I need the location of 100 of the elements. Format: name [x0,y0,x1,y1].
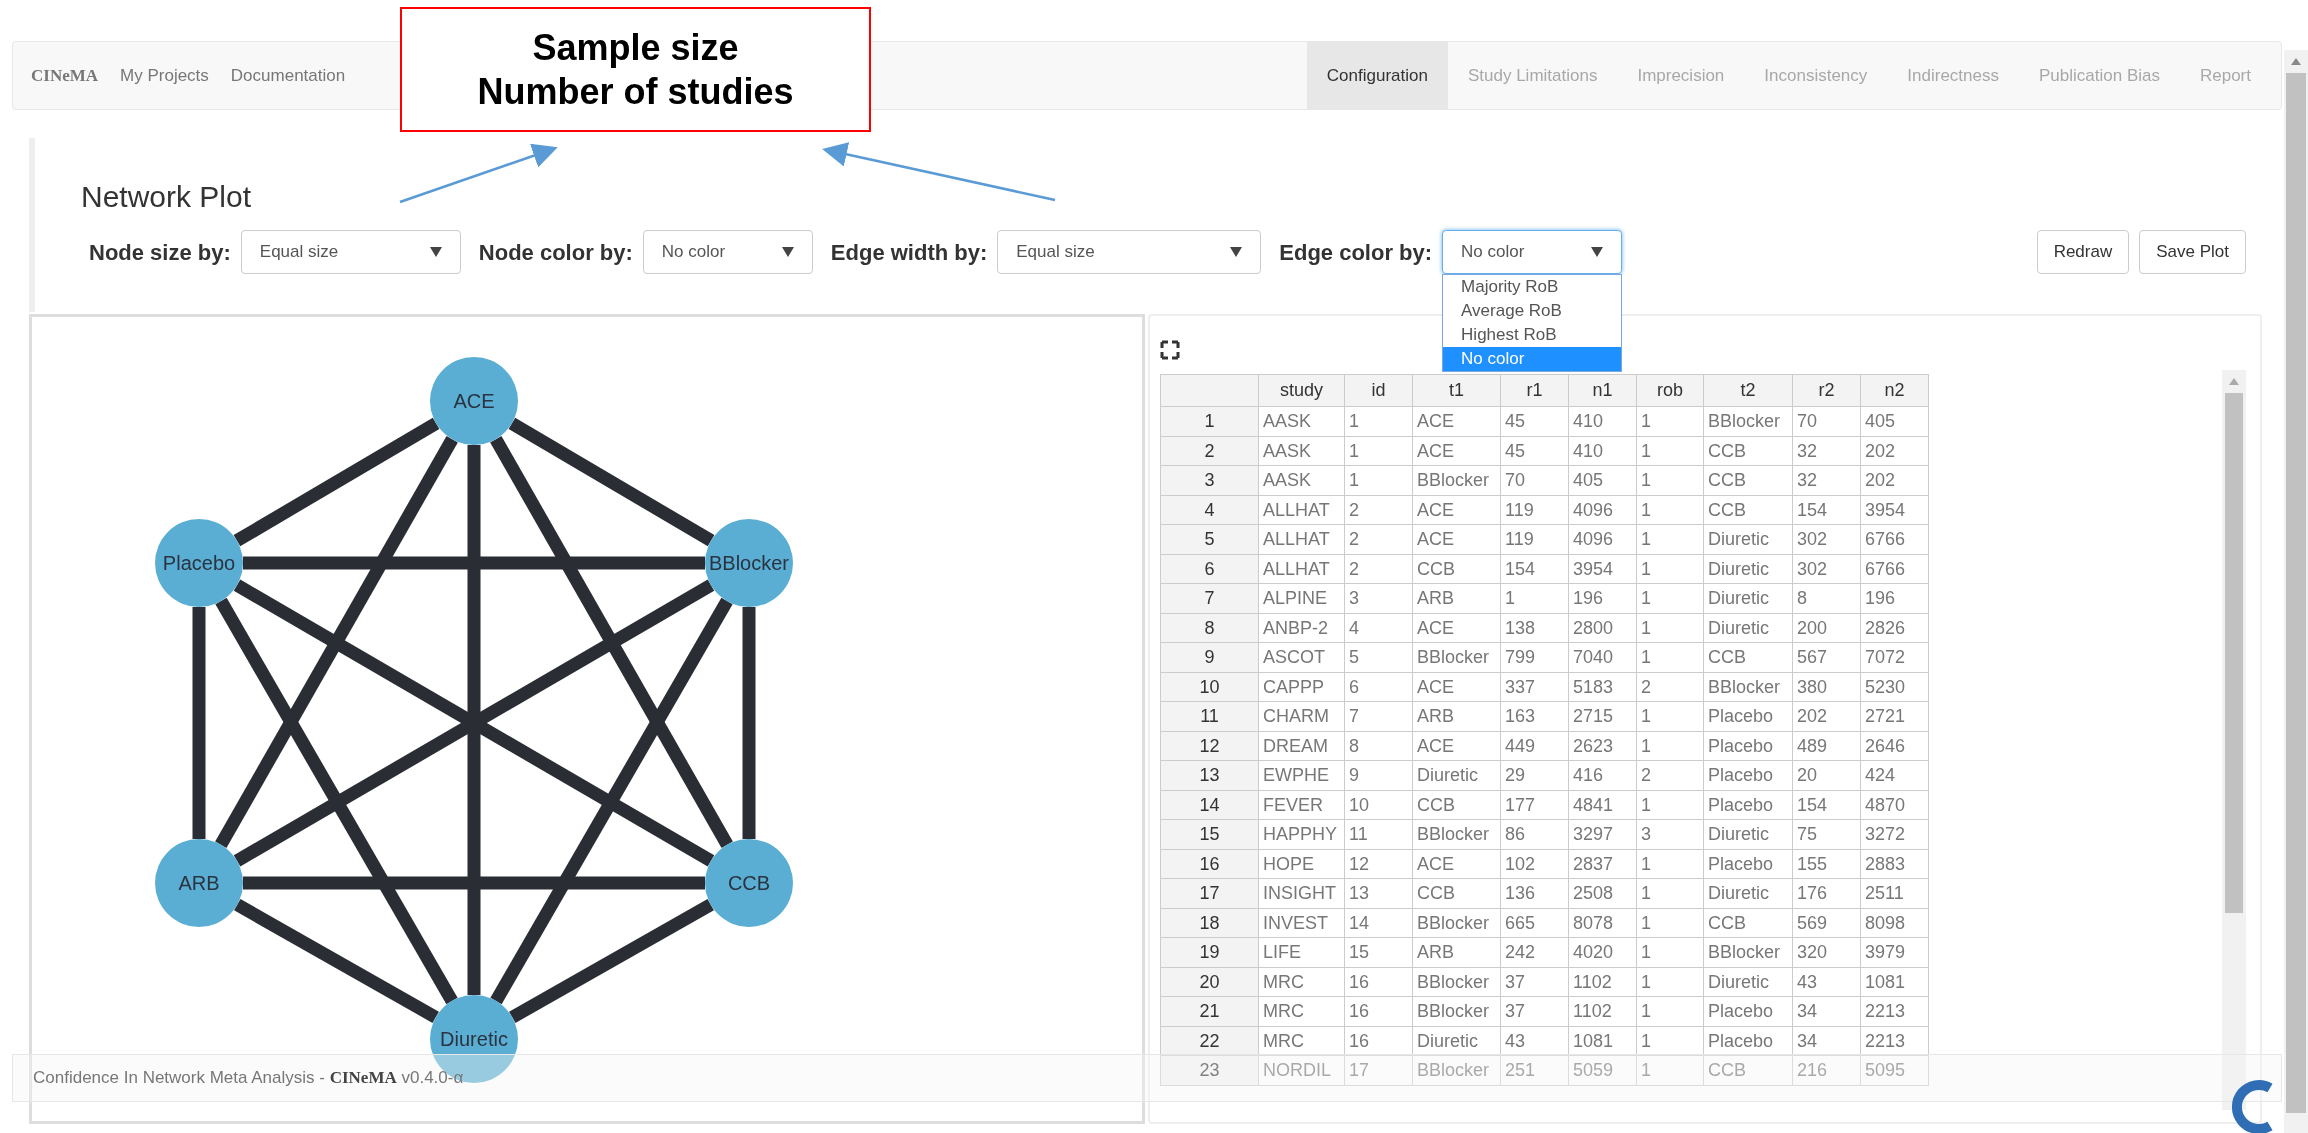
table-cell: 2 [1636,760,1704,790]
table-cell: 216 [1792,1055,1861,1085]
table-cell: 10 [1344,790,1413,820]
brand-logo[interactable]: CINeMA [31,62,99,89]
table-cell: CCB [1412,878,1501,908]
table-cell: 2623 [1568,731,1637,761]
select-dropdown[interactable]: Equal size [997,230,1262,274]
column-header[interactable]: study [1258,374,1345,407]
table-cell: 15 [1344,937,1413,967]
row-number: 4 [1160,495,1259,525]
table-cell: 1 [1636,701,1704,731]
table-cell: 119 [1500,495,1569,525]
table-cell: 5183 [1568,672,1637,702]
caret-icon [429,247,442,257]
table-cell: ACE [1412,849,1501,879]
table-cell: 11 [1344,819,1413,849]
table-cell: 3272 [1860,819,1929,849]
dropdown-option[interactable]: Highest RoB [1443,323,1622,347]
select-dropdown[interactable]: Equal size [240,230,461,274]
dropdown-option[interactable]: Majority RoB [1443,275,1622,299]
row-number: 17 [1160,878,1259,908]
table-cell: 1102 [1568,967,1637,997]
column-header[interactable]: rob [1636,374,1704,407]
table-cell: Diuretic [1703,819,1793,849]
table-cell: 4 [1344,613,1413,643]
table-cell: 138 [1500,613,1569,643]
table-cell: 1 [1636,996,1704,1026]
table-cell: 70 [1792,406,1861,436]
table-cell: 799 [1500,642,1569,672]
table-cell: 569 [1792,908,1861,938]
column-header[interactable]: n1 [1568,374,1637,407]
table-cell: EWPHE [1258,760,1345,790]
select-dropdown[interactable]: No color [642,230,813,274]
table-cell: MRC [1258,1026,1345,1056]
table-cell: CCB [1703,436,1793,466]
table-cell: 43 [1500,1026,1569,1056]
table-cell: 1 [1344,465,1413,495]
action-button[interactable]: Save Plot [2139,230,2246,274]
table-cell: 405 [1860,406,1929,436]
select-label: Edge width by: [830,238,988,267]
nav-link[interactable]: My Projects [120,62,209,89]
scrollbar-thumb[interactable] [2225,393,2243,913]
nav-tab[interactable]: Configuration [1306,42,1448,109]
dropdown-option[interactable]: Average RoB [1443,299,1622,323]
table-cell: Placebo [1703,760,1793,790]
table-cell: ACE [1412,613,1501,643]
select-label: Edge color by: [1279,238,1433,267]
table-cell: 17 [1344,1055,1413,1085]
table-cell: 1 [1636,731,1704,761]
table-cell: ARB [1412,937,1501,967]
column-header[interactable]: n2 [1860,374,1929,407]
table-cell: 155 [1792,849,1861,879]
table-cell: BBlocker [1412,908,1501,938]
table-cell: 177 [1500,790,1569,820]
table-cell: 449 [1500,731,1569,761]
table-cell: 1 [1636,790,1704,820]
table-cell: HOPE [1258,849,1345,879]
column-header[interactable]: r1 [1500,374,1569,407]
table-cell: 20 [1792,760,1861,790]
select-dropdown[interactable]: No color [1442,230,1623,274]
row-number: 6 [1160,554,1259,584]
table-cell: LIFE [1258,937,1345,967]
table-cell: 13 [1344,878,1413,908]
table-cell: 5230 [1860,672,1929,702]
column-header[interactable]: t2 [1703,374,1793,407]
table-cell: 1 [1636,583,1704,613]
table-cell: 43 [1792,967,1861,997]
table-cell: 5 [1344,642,1413,672]
table-cell: 1 [1636,642,1704,672]
column-header[interactable]: r2 [1792,374,1861,407]
table-cell: ACE [1412,672,1501,702]
table-cell: 8078 [1568,908,1637,938]
scrollbar-thumb[interactable] [2286,73,2306,1113]
table-cell: ACE [1412,436,1501,466]
table-cell: 2213 [1860,1026,1929,1056]
table-cell: INVEST [1258,908,1345,938]
table-cell: ALLHAT [1258,524,1345,554]
column-header[interactable]: t1 [1412,374,1501,407]
table-cell: 2721 [1860,701,1929,731]
column-header[interactable]: id [1344,374,1413,407]
footer-text: Confidence In Network Meta Analysis - CINeMA v0.4.0-α [33,1067,464,1090]
table-cell: 5095 [1860,1055,1929,1085]
table-cell: BBlocker [1412,465,1501,495]
table-cell: ALLHAT [1258,495,1345,525]
row-number: 5 [1160,524,1259,554]
nav-link[interactable]: Documentation [230,62,346,89]
table-cell: 1081 [1860,967,1929,997]
table-cell: 202 [1860,465,1929,495]
table-cell: 2 [1344,495,1413,525]
table-cell: 1 [1636,613,1704,643]
table-cell: 1 [1636,1055,1704,1085]
table-cell: 32 [1792,465,1861,495]
action-button[interactable]: Redraw [2036,230,2130,274]
table-cell: 410 [1568,436,1637,466]
row-number: 11 [1160,701,1259,731]
table-cell: ANBP-2 [1258,613,1345,643]
table-cell: 196 [1568,583,1637,613]
table-cell: 2715 [1568,701,1637,731]
table-cell: 136 [1500,878,1569,908]
expand-icon[interactable] [1160,340,1180,360]
